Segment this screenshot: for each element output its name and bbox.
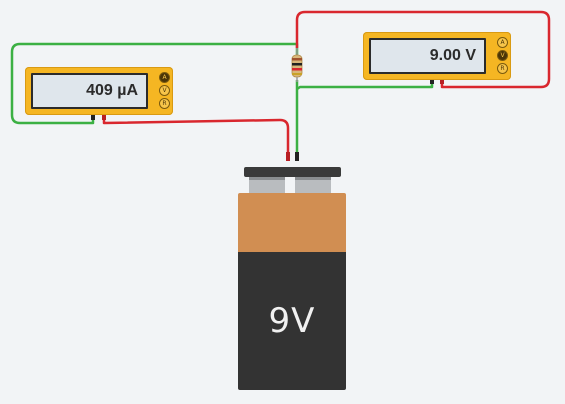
resistor[interactable] <box>291 48 303 82</box>
battery-black-probe[interactable] <box>295 152 299 161</box>
battery-red-probe[interactable] <box>286 152 290 161</box>
wire-green-voltmeter[interactable] <box>296 82 434 91</box>
battery-bottom-band: 9V <box>238 252 346 390</box>
ammeter-reading: 409 µA <box>86 82 138 99</box>
voltmeter-reading: 9.00 V <box>429 47 476 64</box>
ammeter-mode-resistance[interactable]: R <box>159 98 170 109</box>
battery-top-band <box>238 193 346 252</box>
circuit-canvas[interactable]: 409 µA A V R 9.00 V A V R 9V <box>0 0 565 404</box>
ammeter-mode-current[interactable]: A <box>159 72 170 83</box>
ammeter-display: 409 µA <box>31 73 148 109</box>
voltmeter-mode-current[interactable]: A <box>497 37 508 48</box>
battery-body: 9V <box>238 193 346 390</box>
battery-cap <box>244 167 341 177</box>
wire-red-ammeter[interactable] <box>102 118 290 158</box>
voltmeter-display: 9.00 V <box>369 38 486 74</box>
voltmeter-mode-resistance[interactable]: R <box>497 63 508 74</box>
battery-voltage-label: 9V <box>268 301 316 341</box>
ammeter-mode-voltage[interactable]: V <box>159 85 170 96</box>
voltmeter-mode-voltage[interactable]: V <box>497 50 508 61</box>
voltmeter[interactable]: 9.00 V A V R <box>363 32 511 80</box>
ammeter[interactable]: 409 µA A V R <box>25 67 173 115</box>
